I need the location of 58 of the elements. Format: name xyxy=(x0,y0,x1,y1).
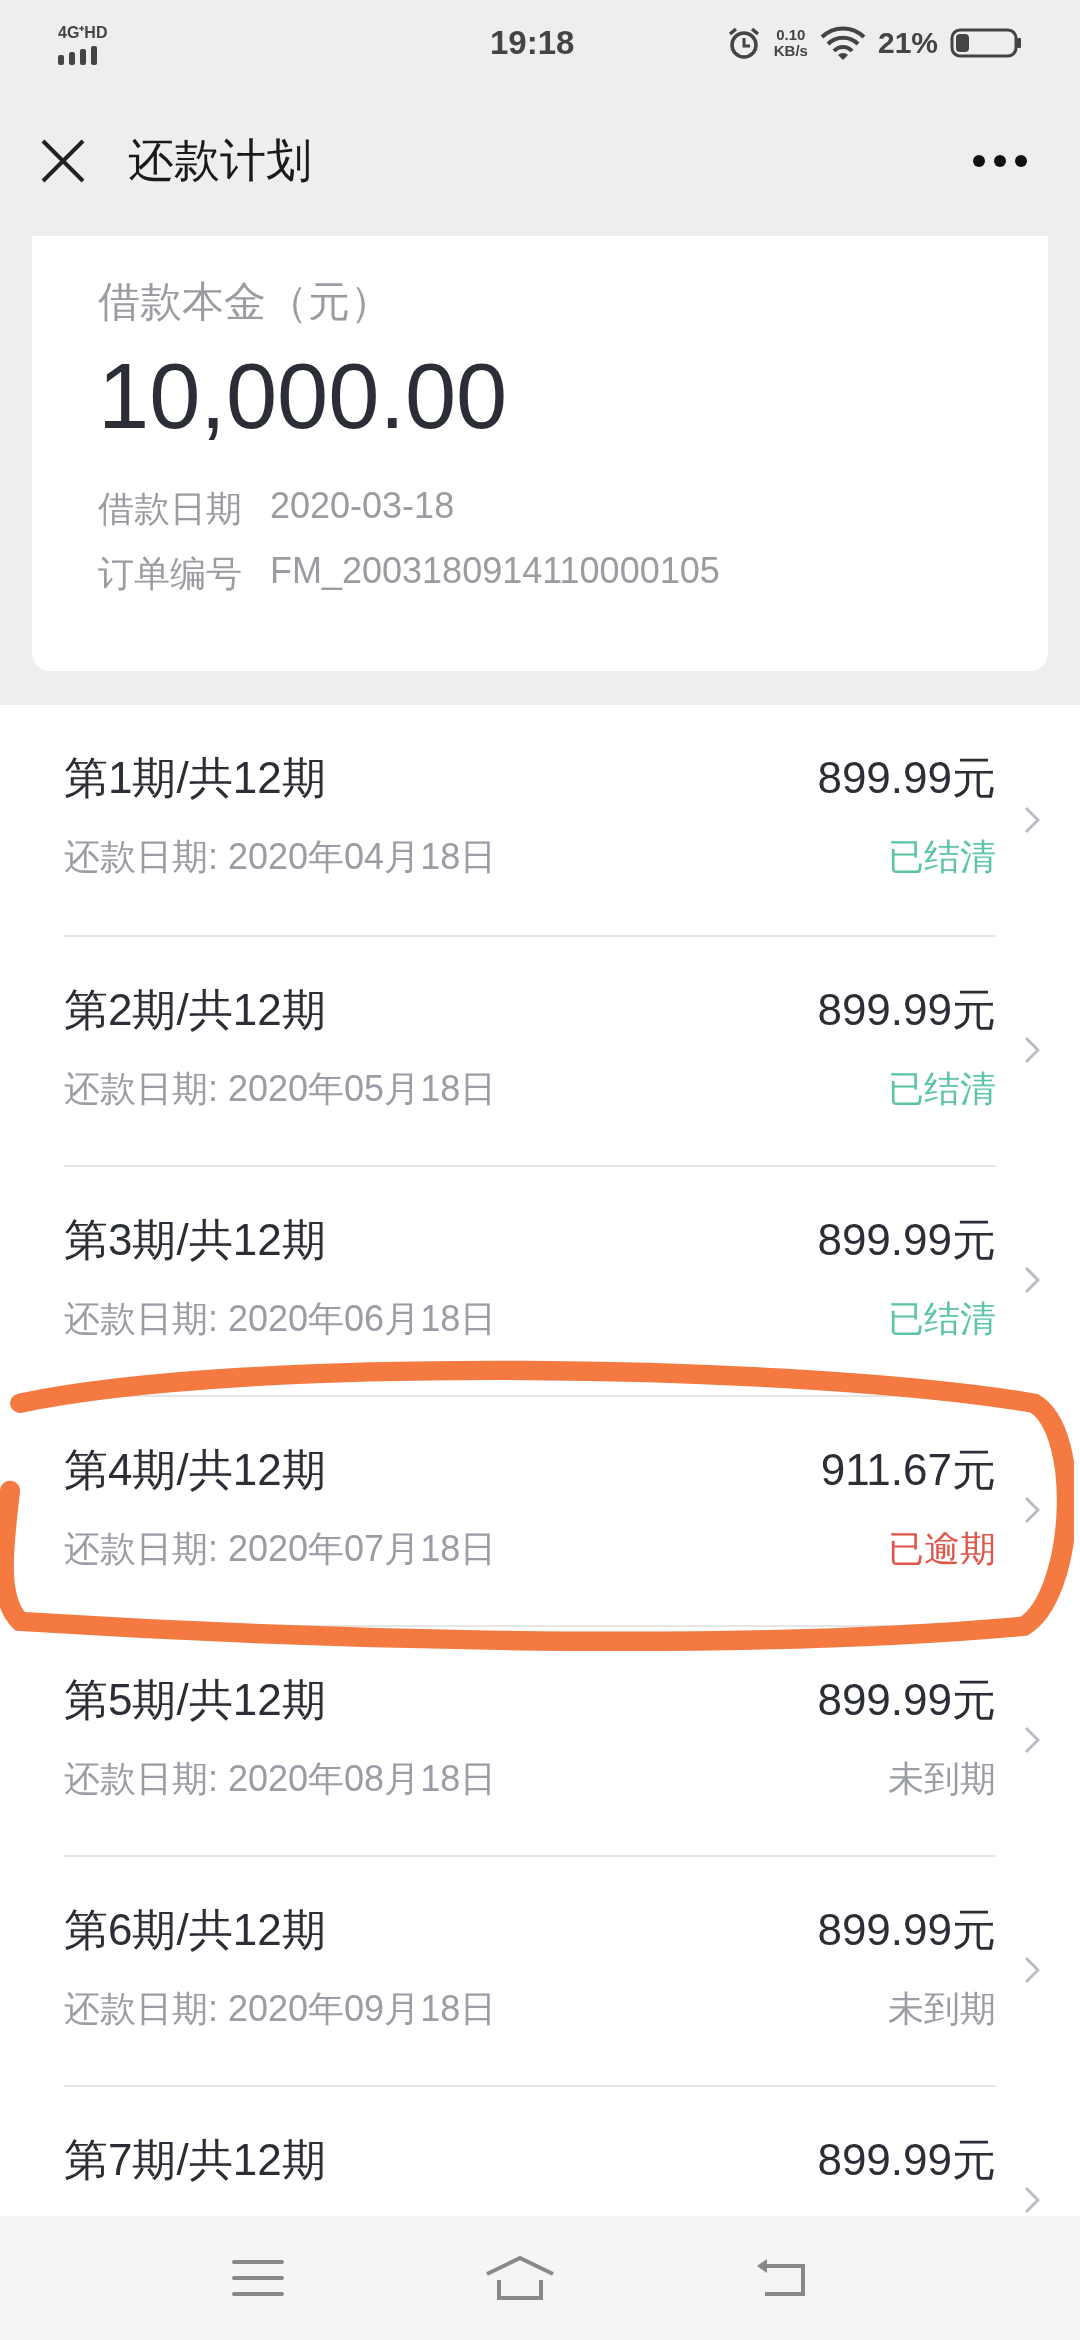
installment-amount: 911.67元 xyxy=(820,1445,996,1496)
more-icon[interactable] xyxy=(972,154,1028,168)
loan-date: 2020-03-18 xyxy=(270,485,455,528)
installment-amount: 899.99元 xyxy=(817,2135,996,2186)
installment-amount: 899.99元 xyxy=(817,753,996,804)
installment-amount: 899.99元 xyxy=(817,1675,996,1726)
speed-value: 0.10 xyxy=(776,26,806,43)
close-icon[interactable] xyxy=(40,138,86,184)
installment-status: 已逾期 xyxy=(888,1527,996,1569)
loan-date-label: 借款日期 xyxy=(98,487,242,531)
installment-title: 第1期/共12期 xyxy=(64,753,326,804)
installment-title: 第6期/共12期 xyxy=(64,1905,326,1956)
installment-status: 未到期 xyxy=(888,1987,996,2029)
installment-amount: 899.99元 xyxy=(817,1905,996,1956)
installment-title: 第4期/共12期 xyxy=(64,1445,326,1496)
installment-title: 第3期/共12期 xyxy=(64,1215,326,1266)
principal-amount: 10,000.00 xyxy=(98,344,509,449)
due-date: 还款日期: 2020年08月18日 xyxy=(64,1757,497,1799)
installment-title: 第5期/共12期 xyxy=(64,1675,326,1726)
due-date: 还款日期: 2020年05月18日 xyxy=(64,1067,497,1109)
installment-amount: 899.99元 xyxy=(817,1215,996,1266)
principal-label: 借款本金（元） xyxy=(98,277,393,327)
installment-row[interactable]: 第5期/共12期 899.99元 还款日期: 2020年08月18日 未到期 xyxy=(0,1625,1080,1855)
clock-time: 19:18 xyxy=(490,24,575,62)
installment-row[interactable]: 第1期/共12期 899.99元 还款日期: 2020年04月18日 已结清 xyxy=(0,705,1080,935)
due-date: 还款日期: 2020年06月18日 xyxy=(64,1297,497,1339)
chevron-right-icon xyxy=(1024,1036,1040,1064)
installment-title: 第2期/共12期 xyxy=(64,985,326,1036)
wifi-icon xyxy=(819,26,866,60)
due-date: 还款日期: 2020年09月18日 xyxy=(64,1987,497,2029)
chevron-right-icon xyxy=(1024,1496,1040,1524)
installment-status: 已结清 xyxy=(888,835,996,877)
speed-unit: KB/s xyxy=(773,43,808,60)
order-number-label: 订单编号 xyxy=(98,552,242,596)
chevron-right-icon xyxy=(1024,2186,1040,2214)
installment-row[interactable]: 第4期/共12期 911.67元 还款日期: 2020年07月18日 已逾期 xyxy=(0,1395,1080,1625)
installment-row[interactable]: 第3期/共12期 899.99元 还款日期: 2020年06月18日 已结清 xyxy=(0,1165,1080,1395)
network-indicator: 4G⁺HD xyxy=(58,23,108,43)
chevron-right-icon xyxy=(1024,806,1040,834)
chevron-right-icon xyxy=(1024,1266,1040,1294)
installment-status: 已结清 xyxy=(888,1067,996,1109)
installment-row[interactable]: 第2期/共12期 899.99元 还款日期: 2020年05月18日 已结清 xyxy=(0,935,1080,1165)
installment-amount: 899.99元 xyxy=(817,985,996,1036)
order-number: FM_2003180914110000105 xyxy=(270,550,720,593)
battery-percent: 21% xyxy=(877,26,938,60)
chevron-right-icon xyxy=(1024,1726,1040,1754)
due-date: 还款日期: 2020年04月18日 xyxy=(64,835,497,877)
battery-icon xyxy=(950,28,1022,58)
due-date: 还款日期: 2020年07月18日 xyxy=(64,1527,497,1569)
installment-status: 未到期 xyxy=(888,1757,996,1799)
menu-icon[interactable] xyxy=(231,2258,285,2298)
chevron-right-icon xyxy=(1024,1956,1040,1984)
installment-row[interactable]: 第6期/共12期 899.99元 还款日期: 2020年09月18日 未到期 xyxy=(0,1855,1080,2085)
page-title: 还款计划 xyxy=(128,133,312,188)
home-icon[interactable] xyxy=(485,2256,555,2300)
signal-icon xyxy=(58,45,100,65)
installment-status: 已结清 xyxy=(888,1297,996,1339)
installment-title: 第7期/共12期 xyxy=(64,2135,326,2186)
